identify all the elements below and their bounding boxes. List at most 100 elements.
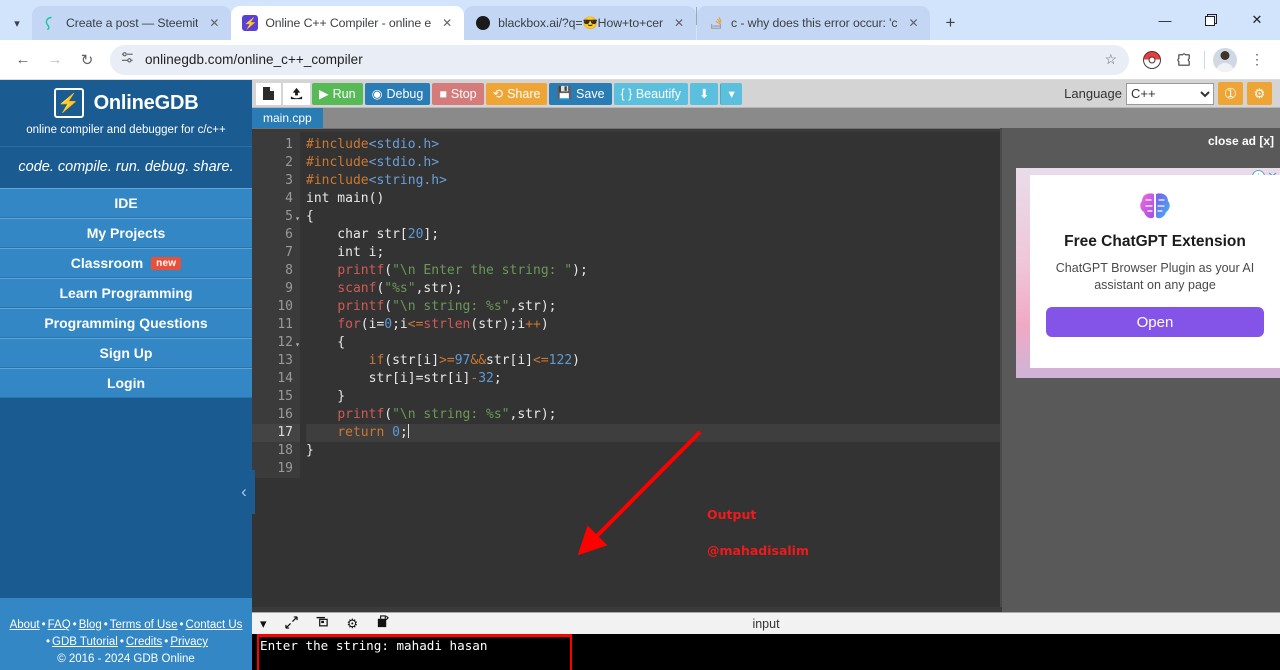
file-tab-bar: main.cpp (252, 108, 1280, 128)
code-line: printf("\n string: %s",str); (337, 299, 557, 314)
chevron-down-icon[interactable]: ▾ (260, 616, 267, 632)
sidebar-item-sign-up[interactable]: Sign Up (0, 338, 252, 368)
tab-strip: ▾ Create a post — Steemit ✕ ⚡ Online C++… (0, 0, 1280, 40)
sidebar-brand[interactable]: ⚡ OnlineGDB online compiler and debugger… (0, 80, 252, 146)
download-icon: ⬇ (699, 87, 710, 101)
browser-tab-0[interactable]: Create a post — Steemit ✕ (32, 6, 232, 40)
expand-icon[interactable] (284, 615, 298, 632)
stop-icon: ■ (439, 86, 447, 101)
code-line: { (306, 335, 346, 350)
puzzle-icon[interactable] (1169, 45, 1199, 75)
tab-close-icon[interactable]: ✕ (438, 14, 456, 32)
tab-close-icon[interactable]: ✕ (670, 14, 688, 32)
line-number: 16 (277, 407, 293, 422)
browser-tab-3[interactable]: c - why does this error occur: 'c ✕ (696, 6, 931, 40)
share-button[interactable]: ⟲ Share (485, 82, 548, 105)
back-button[interactable]: ← (8, 45, 38, 75)
ide-toolbar: ▶ Run ◉ Debug ■ Stop ⟲ Share 💾 Save { } … (252, 80, 1280, 108)
gear-icon[interactable]: ⚙ (347, 616, 359, 632)
sidebar-item-classroom[interactable]: Classroom new (0, 248, 252, 278)
file-tab-main-cpp[interactable]: main.cpp (252, 108, 323, 128)
minimize-button[interactable]: — (1142, 0, 1188, 40)
sidebar-collapse-button[interactable]: ‹ (233, 470, 255, 514)
beautify-button[interactable]: { } Beautify (613, 82, 688, 105)
stdin-icon[interactable] (376, 615, 390, 632)
sidebar-item-ide[interactable]: IDE (0, 188, 252, 218)
brand-name: OnlineGDB (93, 91, 199, 114)
code-line: char str[20]; (306, 227, 440, 242)
download-button[interactable]: ⬇ (690, 82, 719, 105)
sidebar-item-label: Classroom (70, 255, 144, 271)
star-icon[interactable]: ☆ (1104, 51, 1117, 68)
three-dots-icon[interactable]: ⋮ (1242, 45, 1272, 75)
annotation-author-handle: @mahadisalim (707, 543, 809, 558)
avatar[interactable] (1210, 45, 1240, 75)
footer-link-contact[interactable]: Contact Us (186, 619, 243, 631)
sidebar-item-programming-questions[interactable]: Programming Questions (0, 308, 252, 338)
line-number-foldable[interactable]: 12 (252, 334, 300, 354)
reload-button[interactable]: ↻ (72, 45, 102, 75)
sidebar-item-my-projects[interactable]: My Projects (0, 218, 252, 248)
ad-open-button[interactable]: Open (1046, 307, 1264, 337)
footer-link-terms[interactable]: Terms of Use (110, 619, 178, 631)
browser-tab-2[interactable]: blackbox.ai/?q=😎How+to+cer ✕ (464, 6, 696, 40)
sidebar-filler (0, 398, 252, 598)
line-number-gutter: 1 2 3 4 5 6 7 8 9 10 11 12 13 14 15 16 1 (252, 132, 300, 478)
forward-button[interactable]: → (40, 45, 70, 75)
footer-link-privacy[interactable]: Privacy (170, 636, 208, 648)
stackoverflow-icon (708, 15, 724, 31)
info-icon[interactable]: ➀ (1218, 82, 1243, 105)
new-file-button[interactable] (256, 82, 281, 105)
browser-tab-1[interactable]: ⚡ Online C++ Compiler - online e ✕ (231, 6, 465, 40)
tab-close-icon[interactable]: ✕ (205, 14, 223, 32)
run-button[interactable]: ▶ Run (312, 82, 363, 105)
copy-icon[interactable] (316, 616, 329, 632)
sidebar: ⚡ OnlineGDB online compiler and debugger… (0, 80, 252, 670)
download-dropdown-button[interactable]: ▾ (720, 82, 742, 105)
ad-content: Free ChatGPT Extension ChatGPT Browser P… (1030, 175, 1280, 368)
line-number: 18 (277, 443, 293, 458)
code-line: int main() (306, 191, 385, 206)
footer-link-credits[interactable]: Credits (126, 636, 162, 648)
tab-close-icon[interactable]: ✕ (904, 14, 922, 32)
ad-banner[interactable]: i ✕ (1016, 168, 1280, 378)
address-bar[interactable]: onlinegdb.com/online_c++_compiler ☆ (110, 44, 1129, 75)
footer-links-row-2: • GDB Tutorial • Credits • Privacy (45, 636, 209, 648)
tab-search-icon[interactable]: ▾ (2, 6, 32, 40)
close-button[interactable]: ✕ (1234, 0, 1280, 40)
maximize-button[interactable] (1188, 0, 1234, 40)
gear-icon[interactable]: ⚙ (1247, 82, 1272, 105)
line-number: 13 (277, 353, 293, 368)
beautify-label: { } Beautify (620, 86, 681, 101)
line-number: 2 (285, 155, 293, 170)
save-button[interactable]: 💾 Save (549, 82, 612, 105)
tune-icon[interactable] (120, 50, 135, 70)
code-editor[interactable]: 1 2 3 4 5 6 7 8 9 10 11 12 13 14 15 16 1 (252, 128, 1002, 612)
footer-link-blog[interactable]: Blog (79, 619, 102, 631)
footer-link-gdb-tutorial[interactable]: GDB Tutorial (52, 636, 118, 648)
line-number-foldable[interactable]: 5 (252, 208, 300, 228)
ide-toolbar-right: Language C++ ➀ ⚙ (1064, 82, 1276, 105)
code-line: if(str[i]>=97&&str[i]<=122) (368, 353, 580, 368)
footer-link-faq[interactable]: FAQ (48, 619, 71, 631)
debug-button[interactable]: ◉ Debug (364, 82, 431, 105)
stop-button[interactable]: ■ Stop (432, 82, 484, 105)
code-text-area[interactable]: #include<stdio.h> #include<stdio.h> #inc… (300, 132, 1002, 478)
language-select[interactable]: C++ (1126, 82, 1214, 105)
close-ad-button[interactable]: close ad [x] (1002, 128, 1280, 148)
line-number: 10 (277, 299, 293, 314)
footer-link-about[interactable]: About (10, 619, 40, 631)
line-number: 1 (285, 137, 293, 152)
sidebar-item-login[interactable]: Login (0, 368, 252, 398)
line-number: 9 (285, 281, 293, 296)
steemit-icon (43, 15, 59, 31)
new-tab-button[interactable]: + (936, 9, 964, 37)
sidebar-item-learn-programming[interactable]: Learn Programming (0, 278, 252, 308)
sidebar-footer: About • FAQ • Blog • Terms of Use • Contact Us •… (0, 613, 252, 670)
code-line: printf("\n Enter the string: "); (337, 263, 588, 278)
pokeball-extension-icon[interactable] (1137, 45, 1167, 75)
play-icon: ▶ (319, 87, 329, 101)
stop-label: Stop (450, 86, 477, 101)
console-output[interactable]: Enter the string: mahadi hasan string: m… (252, 634, 1280, 670)
upload-file-button[interactable] (283, 82, 310, 105)
